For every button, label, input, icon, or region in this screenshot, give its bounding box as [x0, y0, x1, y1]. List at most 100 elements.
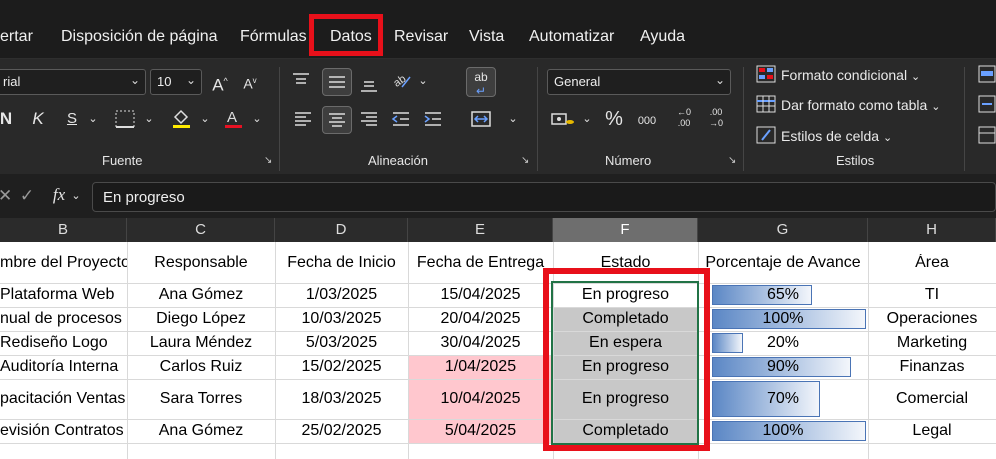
cell-start-date[interactable]: 1/03/2025 — [275, 286, 408, 304]
borders-icon[interactable] — [114, 109, 138, 129]
tab-revisar[interactable]: Revisar — [394, 28, 448, 46]
wrap-text-icon[interactable]: ab ↵ — [466, 67, 496, 98]
align-center-icon[interactable] — [322, 106, 352, 134]
merge-center-icon[interactable] — [470, 109, 494, 129]
cell-area[interactable]: TI — [868, 286, 996, 304]
cell-styles-icon[interactable] — [756, 126, 778, 144]
column-header-c[interactable]: C — [127, 218, 275, 242]
dialog-launcher-icon[interactable]: ↘ — [521, 155, 529, 166]
chevron-down-icon[interactable]: ⌄ — [416, 71, 430, 91]
tab-insertar[interactable]: ertar — [0, 28, 33, 46]
underline-icon[interactable]: S — [62, 109, 82, 129]
format-cells-icon[interactable] — [978, 126, 996, 144]
cell-owner[interactable]: Laura Méndez — [127, 334, 275, 352]
header-cell-due[interactable]: Fecha de Entrega — [408, 254, 553, 272]
font-name-combo[interactable]: rial ⌄ — [0, 69, 146, 95]
tab-automatizar[interactable]: Automatizar — [529, 28, 614, 46]
cell-start-date[interactable]: 10/03/2025 — [275, 310, 408, 328]
cell-due-date[interactable]: 15/04/2025 — [408, 286, 553, 304]
cell-project[interactable]: pacitación Ventas — [0, 390, 127, 408]
cell-project[interactable]: nual de procesos — [0, 310, 127, 328]
align-bottom-icon[interactable] — [358, 73, 382, 93]
header-cell-progress[interactable]: Porcentaje de Avance — [698, 254, 868, 272]
cell-progress[interactable]: 70% — [698, 390, 868, 408]
tab-formulas[interactable]: Fórmulas — [240, 28, 307, 46]
column-header-h[interactable]: H — [868, 218, 996, 242]
bold-icon[interactable]: N — [0, 109, 14, 129]
align-right-icon[interactable] — [358, 109, 382, 129]
format-as-table-button[interactable]: Dar formato como tabla ⌄ — [781, 97, 940, 113]
align-left-icon[interactable] — [292, 109, 316, 129]
header-cell-area[interactable]: Área — [868, 254, 996, 272]
cell-area[interactable]: Finanzas — [868, 358, 996, 376]
cell-progress[interactable]: 65% — [698, 286, 868, 304]
cell-area[interactable]: Legal — [868, 422, 996, 440]
increase-indent-icon[interactable] — [422, 109, 446, 129]
chevron-down-icon[interactable]: ⌄ — [70, 186, 82, 206]
cell-progress[interactable]: 100% — [698, 422, 868, 440]
decrease-decimal-icon[interactable]: .00 →0 — [704, 107, 728, 129]
cell-owner[interactable]: Sara Torres — [127, 390, 275, 408]
cell-due-date[interactable]: 10/04/2025 — [408, 390, 553, 408]
column-header-g[interactable]: G — [698, 218, 868, 242]
cell-due-date[interactable]: 20/04/2025 — [408, 310, 553, 328]
cell-area[interactable]: Operaciones — [868, 310, 996, 328]
cell-start-date[interactable]: 5/03/2025 — [275, 334, 408, 352]
cell-owner[interactable]: Ana Gómez — [127, 422, 275, 440]
chevron-down-icon[interactable]: ⌄ — [142, 109, 156, 129]
insert-function-icon[interactable]: fx — [48, 185, 70, 205]
dialog-launcher-icon[interactable]: ↘ — [728, 155, 736, 166]
chevron-down-icon[interactable]: ⌄ — [198, 109, 212, 129]
format-as-table-icon[interactable] — [756, 95, 778, 113]
italic-icon[interactable]: K — [28, 109, 48, 129]
insert-cells-icon[interactable] — [978, 65, 996, 83]
cell-owner[interactable]: Diego López — [127, 310, 275, 328]
confirm-icon[interactable]: ✓ — [18, 186, 36, 206]
cell-owner[interactable]: Carlos Ruiz — [127, 358, 275, 376]
chevron-down-icon[interactable]: ⌄ — [250, 109, 264, 129]
column-header-b[interactable]: B — [0, 218, 127, 242]
dialog-launcher-icon[interactable]: ↘ — [264, 155, 272, 166]
increase-font-size-icon[interactable]: A^ — [208, 71, 232, 96]
cell-start-date[interactable]: 25/02/2025 — [275, 422, 408, 440]
tab-vista[interactable]: Vista — [469, 28, 504, 46]
currency-format-icon[interactable] — [550, 109, 578, 129]
delete-cells-icon[interactable] — [978, 95, 996, 113]
cell-due-date[interactable]: 1/04/2025 — [408, 358, 553, 376]
orientation-icon[interactable]: ab — [390, 69, 414, 91]
header-cell-start[interactable]: Fecha de Inicio — [275, 254, 408, 272]
cell-project[interactable]: evisión Contratos — [0, 422, 127, 440]
conditional-formatting-button[interactable]: Formato condicional ⌄ — [781, 67, 920, 83]
conditional-formatting-icon[interactable] — [756, 65, 778, 83]
tab-ayuda[interactable]: Ayuda — [640, 28, 685, 46]
cancel-icon[interactable]: ✕ — [0, 186, 12, 206]
formula-input[interactable]: En progreso — [92, 182, 996, 212]
increase-decimal-icon[interactable]: ←0.00 — [672, 107, 696, 129]
decrease-font-size-icon[interactable]: Av — [238, 71, 262, 94]
cell-project[interactable]: Auditoría Interna — [0, 358, 127, 376]
column-header-e[interactable]: E — [408, 218, 553, 242]
cell-progress[interactable]: 20% — [698, 334, 868, 352]
align-top-icon[interactable] — [290, 71, 314, 91]
header-cell-project[interactable]: mbre del Proyecto — [0, 254, 127, 272]
decrease-indent-icon[interactable] — [390, 109, 414, 129]
cell-due-date[interactable]: 30/04/2025 — [408, 334, 553, 352]
cell-progress[interactable]: 90% — [698, 358, 868, 376]
percent-style-icon[interactable]: % — [602, 109, 626, 129]
comma-style-icon[interactable]: 000 — [634, 111, 660, 131]
cell-area[interactable]: Comercial — [868, 390, 996, 408]
chevron-down-icon[interactable]: ⌄ — [506, 109, 520, 129]
font-color-icon[interactable]: A — [222, 107, 246, 129]
chevron-down-icon[interactable]: ⌄ — [580, 109, 594, 129]
tab-disposicion-de-pagina[interactable]: Disposición de página — [61, 28, 218, 46]
cell-owner[interactable]: Ana Gómez — [127, 286, 275, 304]
font-size-combo[interactable]: 10 ⌄ — [150, 69, 202, 95]
align-middle-icon[interactable] — [322, 68, 352, 96]
cell-start-date[interactable]: 18/03/2025 — [275, 390, 408, 408]
column-header-f[interactable]: F — [553, 218, 698, 242]
cell-project[interactable]: Plataforma Web — [0, 286, 127, 304]
column-header-d[interactable]: D — [275, 218, 408, 242]
cell-area[interactable]: Marketing — [868, 334, 996, 352]
cell-styles-button[interactable]: Estilos de celda ⌄ — [781, 128, 892, 144]
cell-progress[interactable]: 100% — [698, 310, 868, 328]
